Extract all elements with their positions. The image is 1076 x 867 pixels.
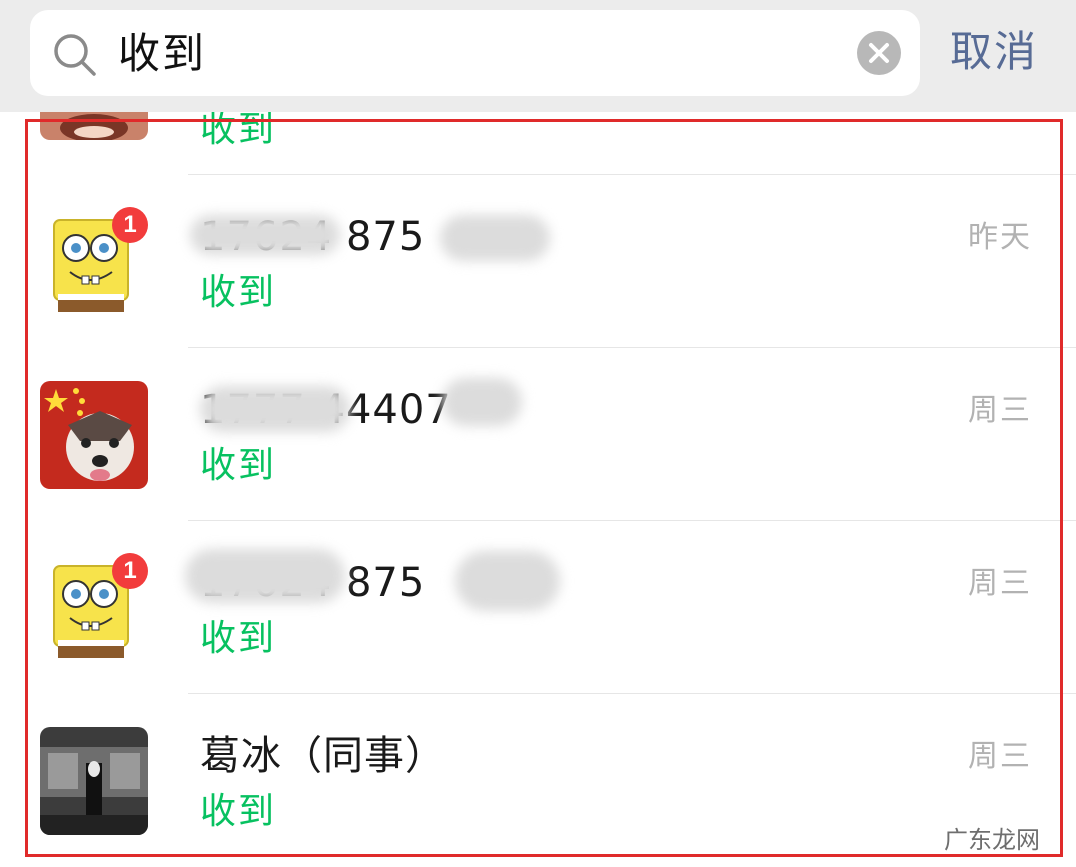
- redaction-blur: [200, 386, 350, 432]
- redaction-blur: [455, 551, 560, 611]
- list-item[interactable]: 葛冰（同事） 收到 周三: [0, 694, 1076, 867]
- watermark: 广东龙网: [944, 826, 1040, 854]
- result-snippet: 收到: [200, 272, 277, 313]
- redaction-blur: [185, 549, 345, 603]
- cancel-button[interactable]: 取消: [950, 22, 1050, 82]
- list-item[interactable]: 1777 44407 收到 周三: [0, 348, 1076, 521]
- result-snippet: 收到: [200, 112, 277, 150]
- search-icon: [54, 34, 96, 76]
- avatar: [40, 112, 148, 140]
- result-snippet: 收到: [200, 445, 277, 486]
- message-time: 昨天: [968, 220, 1032, 255]
- redaction-blur: [190, 215, 340, 255]
- unread-badge: 1: [112, 553, 148, 589]
- result-snippet: 收到: [200, 791, 277, 832]
- redaction-blur: [440, 215, 550, 261]
- redaction-blur: [442, 378, 522, 426]
- search-query-text[interactable]: 收到: [118, 28, 206, 80]
- search-results-screen: 收到 取消 收到 1 875 收到 昨天 44407 收到 周三 1 875 收…: [0, 0, 1076, 867]
- clear-icon[interactable]: [856, 30, 902, 76]
- unread-badge: 1: [112, 207, 148, 243]
- list-item[interactable]: 1 17624 875 收到 周三: [0, 521, 1076, 694]
- avatar: [40, 381, 148, 489]
- list-item[interactable]: 收到: [0, 112, 1076, 175]
- avatar: [40, 727, 148, 835]
- message-time: 周三: [968, 393, 1032, 428]
- search-input[interactable]: 收到: [30, 10, 920, 96]
- contact-name: 葛冰（同事）: [200, 733, 446, 779]
- message-time: 周三: [968, 566, 1032, 601]
- message-time: 周三: [968, 739, 1032, 774]
- list-item[interactable]: 1 17624 875 收到 昨天: [0, 175, 1076, 348]
- search-bar: 收到 取消: [0, 0, 1076, 112]
- search-result-list: 收到 1 17624: [0, 112, 1076, 867]
- result-snippet: 收到: [200, 618, 277, 659]
